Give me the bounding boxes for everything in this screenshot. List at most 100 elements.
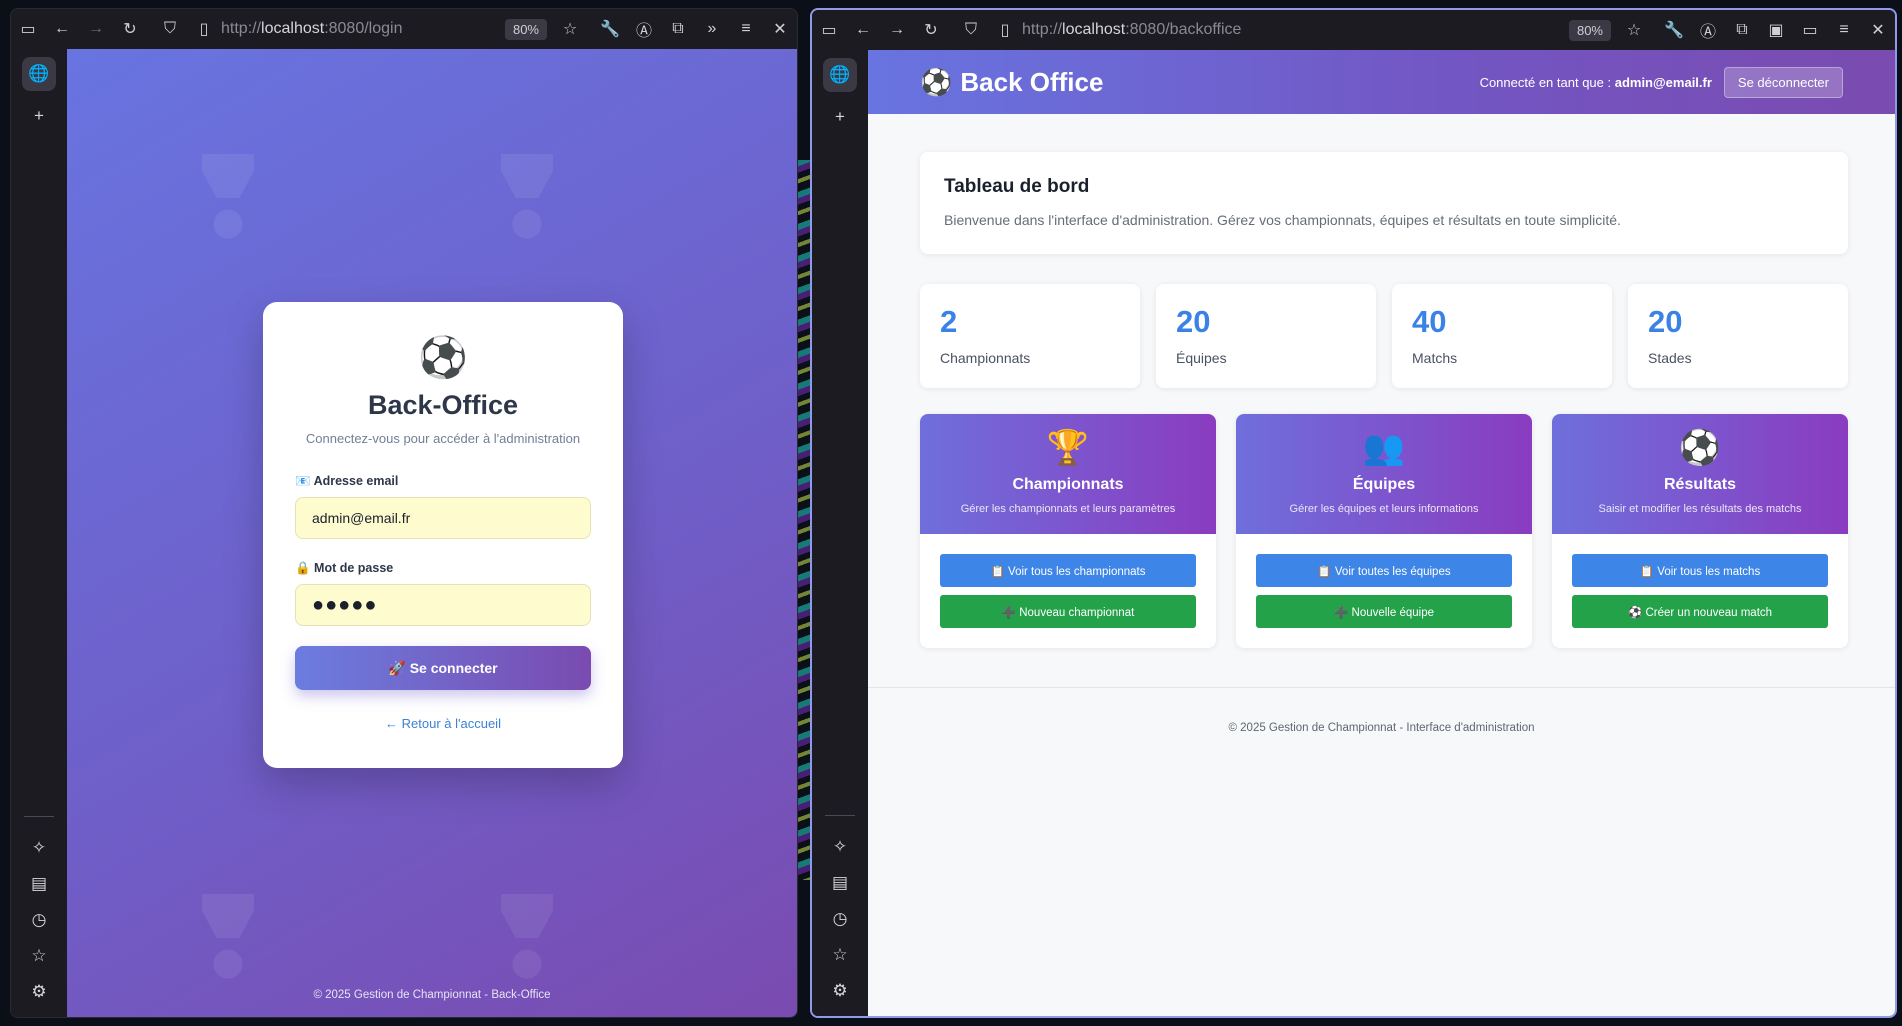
plus-icon[interactable]: + (823, 100, 857, 134)
login-submit-button[interactable]: 🚀 Se connecter (295, 646, 591, 690)
browser-sidebar: 🌐 + ✧ ▤ ◷ ☆ ⚙ (812, 50, 868, 1016)
sidebar-toggle-icon[interactable]: ▭ (11, 12, 45, 46)
container-icon[interactable]: ▣ (1759, 13, 1793, 47)
history-clock-icon[interactable]: ◷ (22, 903, 56, 937)
browser-sidebar: 🌐 + ✧ ▤ ◷ ☆ ⚙ (11, 49, 67, 1017)
backoffice-header: ⚽ Back Office Connecté en tant que : adm… (868, 50, 1895, 114)
people-icon: 👥 (1362, 429, 1406, 467)
sidebar-divider (24, 816, 54, 817)
address-bar[interactable]: ⛉ ▯ http://localhost:8080/login 80% ☆ (153, 13, 587, 45)
bookmarks-star-icon[interactable]: ☆ (823, 938, 857, 972)
login-card: ⚽ Back-Office Connectez-vous pour accéde… (263, 302, 623, 768)
reload-icon[interactable]: ↻ (914, 13, 948, 47)
module-description: Saisir et modifier les résultats des mat… (1598, 503, 1802, 515)
login-title: Back-Office (367, 390, 519, 420)
account-icon[interactable]: Ⓐ (627, 12, 661, 46)
sidebar-toggle-icon[interactable]: ▭ (812, 13, 846, 47)
module-title: Équipes (1352, 476, 1416, 493)
module-description: Gérer les championnats et leurs paramètr… (960, 503, 1176, 515)
stat-value: 40 (1412, 304, 1447, 339)
new-match-button[interactable]: ⚽ Créer un nouveau match (1572, 595, 1828, 628)
footer-divider (868, 687, 1895, 688)
save-icon[interactable]: ▤ (823, 866, 857, 900)
view-equipes-button[interactable]: 📋 Voir toutes les équipes (1256, 554, 1512, 587)
logout-button[interactable]: Se déconnecter (1723, 66, 1843, 98)
browser-window-backoffice: ▭ ← → ↻ ⛉ ▯ http://localhost:8080/backof… (810, 8, 1897, 1018)
new-equipe-button[interactable]: ➕ Nouvelle équipe (1256, 595, 1512, 628)
view-championnats-button[interactable]: 📋 Voir tous les championnats (940, 554, 1196, 587)
reader-view-icon[interactable]: ▭ (1793, 13, 1827, 47)
module-description: Gérer les équipes et leurs informations (1289, 503, 1479, 515)
email-label: 📧 Adresse email (295, 474, 399, 488)
sparkle-icon[interactable]: ✧ (823, 830, 857, 864)
wrench-icon[interactable]: 🔧 (593, 12, 627, 46)
module-actions: 📋 Voir toutes les équipes ➕ Nouvelle équ… (1236, 534, 1532, 648)
stat-card-stades: 20 Stades (1628, 284, 1848, 388)
browser-window-login: ▭ ← → ↻ ⛉ ▯ http://localhost:8080/login … (10, 8, 798, 1018)
extensions-icon[interactable]: ⧉ (1725, 13, 1759, 47)
bookmark-star-icon[interactable]: ☆ (1617, 13, 1651, 47)
password-label: 🔒 Mot de passe (295, 561, 394, 575)
login-subtitle: Connectez-vous pour accéder à l'administ… (305, 431, 581, 446)
new-championnat-button[interactable]: ➕ Nouveau championnat (940, 595, 1196, 628)
view-matchs-button[interactable]: 📋 Voir tous les matchs (1572, 554, 1828, 587)
close-icon[interactable]: ✕ (1861, 13, 1895, 47)
url-text: http://localhost:8080/backoffice (1022, 21, 1242, 38)
stat-card-matchs: 40 Matchs (1392, 284, 1612, 388)
module-header: 👥 Équipes Gérer les équipes et leurs inf… (1236, 414, 1532, 534)
bookmark-star-icon[interactable]: ☆ (553, 12, 587, 46)
module-header: ⚽ Résultats Saisir et modifier les résul… (1552, 414, 1848, 534)
settings-gear-icon[interactable]: ⚙ (823, 974, 857, 1008)
save-icon[interactable]: ▤ (22, 867, 56, 901)
address-bar[interactable]: ⛉ ▯ http://localhost:8080/backoffice 80%… (954, 14, 1651, 46)
login-footer: © 2025 Gestion de Championnat - Back-Off… (313, 989, 551, 1001)
shield-icon: ⛉ (163, 20, 176, 37)
stat-value: 2 (940, 304, 958, 339)
menu-icon[interactable]: ≡ (729, 12, 763, 46)
backoffice-footer: © 2025 Gestion de Championnat - Interfac… (1228, 722, 1535, 734)
brand-title: Back Office (960, 66, 1104, 97)
close-icon[interactable]: ✕ (763, 12, 797, 46)
globe-icon[interactable]: 🌐 (823, 58, 857, 92)
stat-label: Championnats (940, 350, 1031, 366)
url-text: http://localhost:8080/login (221, 20, 403, 37)
login-page: ⚽ Back-Office Connectez-vous pour accéde… (67, 49, 797, 1017)
password-field[interactable]: ●●●●● (295, 584, 591, 626)
user-prefix: Connecté en tant que : (1479, 74, 1615, 90)
reload-icon[interactable]: ↻ (113, 12, 147, 46)
history-clock-icon[interactable]: ◷ (823, 902, 857, 936)
stat-label: Matchs (1412, 350, 1458, 366)
overflow-chevrons-icon[interactable]: » (695, 12, 729, 46)
settings-gear-icon[interactable]: ⚙ (22, 975, 56, 1009)
module-resultats: ⚽ Résultats Saisir et modifier les résul… (1552, 414, 1848, 648)
zoom-badge[interactable]: 80% (504, 18, 547, 40)
module-actions: 📋 Voir tous les championnats ➕ Nouveau c… (920, 534, 1216, 648)
back-arrow-icon[interactable]: ← (846, 13, 880, 47)
plus-icon[interactable]: + (22, 99, 56, 133)
page-icon: ▯ (1000, 22, 1010, 39)
stat-label: Stades (1648, 350, 1692, 366)
brand[interactable]: ⚽ Back Office (920, 67, 1103, 98)
module-actions: 📋 Voir tous les matchs ⚽ Créer un nouvea… (1552, 534, 1848, 648)
shield-icon: ⛉ (964, 21, 977, 38)
wrench-icon[interactable]: 🔧 (1657, 13, 1691, 47)
modules-row: 🏆 Championnats Gérer les championnats et… (920, 414, 1848, 648)
forward-arrow-icon[interactable]: → (880, 13, 914, 47)
bookmarks-star-icon[interactable]: ☆ (22, 939, 56, 973)
stat-value: 20 (1176, 304, 1211, 339)
globe-icon[interactable]: 🌐 (22, 57, 56, 91)
zoom-badge[interactable]: 80% (1568, 19, 1611, 41)
forward-arrow-icon[interactable]: → (79, 12, 113, 46)
back-arrow-icon[interactable]: ← (45, 12, 79, 46)
sparkle-icon[interactable]: ✧ (22, 831, 56, 865)
user-email: admin@email.fr (1614, 74, 1712, 90)
extensions-icon[interactable]: ⧉ (661, 12, 695, 46)
back-home-link[interactable]: ← Retour à l'accueil (295, 716, 591, 731)
desktop-wallpaper (798, 160, 810, 880)
account-icon[interactable]: Ⓐ (1691, 13, 1725, 47)
module-championnats: 🏆 Championnats Gérer les championnats et… (920, 414, 1216, 648)
email-field[interactable]: admin@email.fr (295, 497, 591, 539)
page-icon: ▯ (199, 21, 209, 38)
dashboard-text: Bienvenue dans l'interface d'administrat… (944, 212, 1621, 228)
menu-icon[interactable]: ≡ (1827, 13, 1861, 47)
